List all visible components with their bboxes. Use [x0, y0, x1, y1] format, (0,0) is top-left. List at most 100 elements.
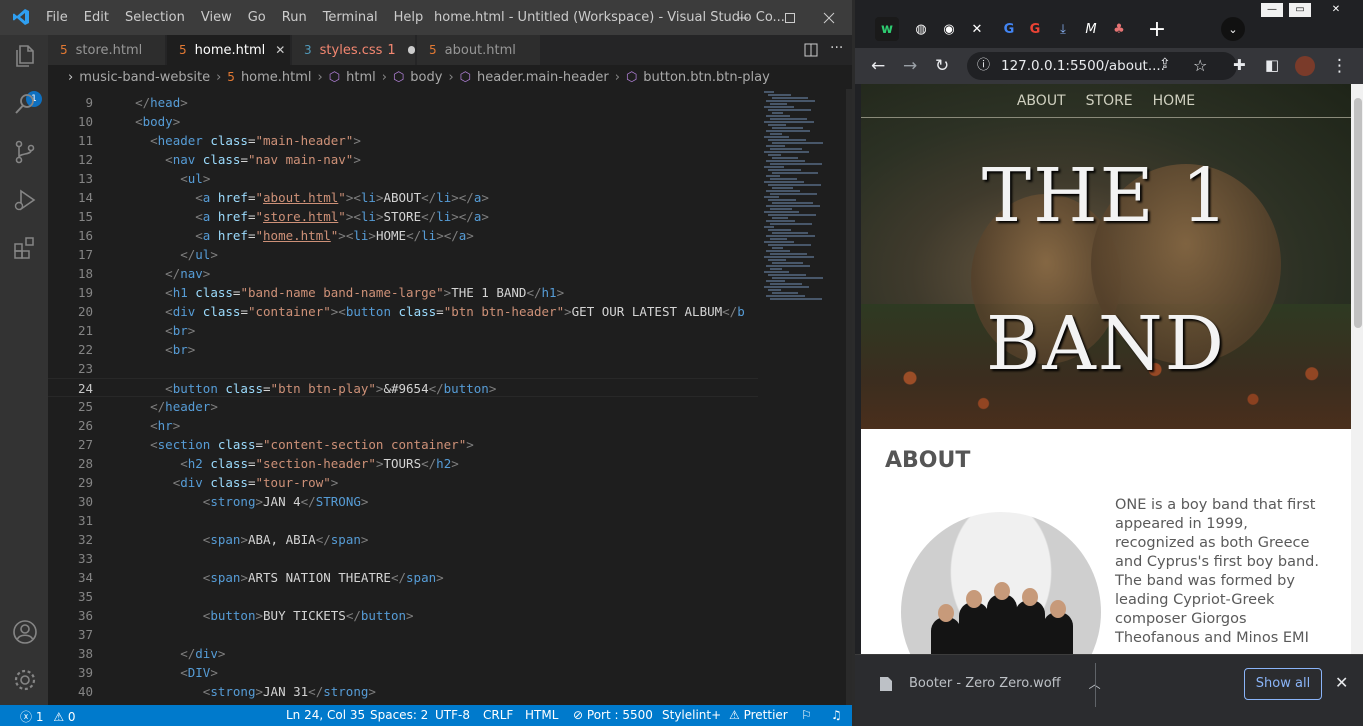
tab-search-button[interactable]: ⌄ [1221, 17, 1245, 41]
problems-status[interactable]: ⓧ 1 ⚠ 0 [20, 708, 76, 725]
code-line[interactable]: 36 <button>BUY TICKETS</button> [48, 606, 758, 625]
menu-help[interactable]: Help [386, 10, 432, 25]
language-mode[interactable]: HTML [525, 708, 558, 722]
breadcrumb-item[interactable]: music-band-website [79, 70, 210, 85]
more-menu-icon[interactable]: ⋮ [1331, 56, 1348, 76]
code-line[interactable]: 22 <br> [48, 340, 758, 359]
stylelint-status[interactable]: Stylelint+ [662, 708, 721, 722]
account-icon[interactable] [12, 619, 38, 645]
code-line[interactable]: 19 <h1 class="band-name band-name-large"… [48, 283, 758, 302]
code-line[interactable]: 23 [48, 359, 758, 378]
minimize-button[interactable]: — [1261, 3, 1283, 17]
code-line[interactable]: 27 <section class="content-section conta… [48, 435, 758, 454]
side-panel-icon[interactable]: ◧ [1265, 56, 1279, 74]
tab-favicon-medium-icon[interactable]: M [1079, 17, 1103, 41]
tab-styles-css[interactable]: 3 styles.css 1 [292, 35, 416, 65]
code-line[interactable]: 24 <button class="btn btn-play">&#9654</… [48, 378, 758, 397]
code-line[interactable]: 33 [48, 549, 758, 568]
maximize-button[interactable]: ▭ [1289, 3, 1311, 17]
search-icon[interactable] [12, 91, 38, 117]
prettier-status[interactable]: ⚠ Prettier [729, 708, 788, 722]
code-line[interactable]: 37 [48, 625, 758, 644]
close-tab-icon[interactable]: ✕ [965, 17, 989, 41]
page-scrollbar[interactable] [1351, 84, 1363, 654]
forward-arrow-icon[interactable]: → [903, 56, 917, 76]
show-all-button[interactable]: Show all [1244, 668, 1322, 700]
code-line[interactable]: 12 <nav class="nav main-nav"> [48, 150, 758, 169]
scrollbar-thumb[interactable] [1354, 98, 1362, 328]
tab-store-html[interactable]: 5 store.html [48, 35, 166, 65]
run-debug-icon[interactable] [12, 187, 38, 213]
tab-home-html[interactable]: 5 home.html ✕ [167, 35, 291, 65]
tab-favicon-w-icon[interactable]: w [875, 17, 899, 41]
close-window-button[interactable]: ✕ [1325, 3, 1347, 17]
code-line[interactable]: 34 <span>ARTS NATION THEATRE</span> [48, 568, 758, 587]
close-tab-icon[interactable]: ✕ [275, 43, 285, 57]
download-item[interactable]: Booter - Zero Zero.woff ︿ [879, 675, 1101, 692]
line-ending[interactable]: CRLF [483, 708, 513, 722]
tab-favicon-app-icon[interactable]: ♣ [1107, 17, 1131, 41]
code-line[interactable]: 39 <DIV> [48, 663, 758, 682]
tab-favicon-google-icon[interactable]: G [1023, 17, 1047, 41]
extensions-puzzle-icon[interactable]: ✚ [1233, 56, 1246, 74]
tab-favicon-chrome-icon[interactable]: ◉ [937, 17, 961, 41]
menu-selection[interactable]: Selection [117, 10, 193, 25]
share-icon[interactable]: ⇪ [1159, 56, 1171, 72]
more-actions-icon[interactable]: ··· [830, 40, 843, 56]
minimap[interactable] [758, 89, 848, 705]
nav-store-link[interactable]: STORE [1076, 84, 1143, 117]
extensions-icon[interactable] [12, 235, 38, 261]
live-server-port[interactable]: ⊘ Port : 5500 [573, 708, 653, 722]
code-line[interactable]: 10 <body> [48, 112, 758, 131]
code-editor[interactable]: 9 </head> 10 <body> 11 <header class="main… [48, 89, 758, 705]
menu-edit[interactable]: Edit [76, 10, 117, 25]
code-line[interactable]: 35 [48, 587, 758, 606]
code-line[interactable]: 17 </ul> [48, 245, 758, 264]
breadcrumb-item[interactable]: button.btn.btn-play [643, 70, 770, 85]
menu-go[interactable]: Go [240, 10, 274, 25]
tab-favicon-google-icon[interactable]: G [997, 17, 1021, 41]
code-line[interactable]: 30 <strong>JAN 4</STRONG> [48, 492, 758, 511]
code-line[interactable]: 15 <a href="store.html"><li>STORE</li></… [48, 207, 758, 226]
notifications-bell-icon[interactable]: ♫ [831, 708, 842, 722]
code-line[interactable]: 14 <a href="about.html"><li>ABOUT</li></… [48, 188, 758, 207]
reload-icon[interactable]: ↻ [935, 56, 949, 76]
breadcrumb-item[interactable]: home.html [241, 70, 312, 85]
tab-favicon-download-icon[interactable]: ⤓ [1051, 17, 1075, 41]
code-line[interactable]: 9 </head> [48, 93, 758, 112]
cursor-position[interactable]: Ln 24, Col 35 [286, 708, 365, 722]
tab-favicon-globe-icon[interactable]: ◍ [909, 17, 933, 41]
profile-avatar[interactable] [1295, 56, 1315, 76]
explorer-icon[interactable] [12, 43, 38, 69]
code-line[interactable]: 25 </header> [48, 397, 758, 416]
menu-terminal[interactable]: Terminal [315, 10, 386, 25]
close-window-button[interactable] [806, 0, 852, 35]
code-line[interactable]: 21 <br> [48, 321, 758, 340]
code-line[interactable]: 40 <strong>JAN 31</strong> [48, 682, 758, 701]
code-line[interactable]: 18 </nav> [48, 264, 758, 283]
nav-home-link[interactable]: HOME [1143, 84, 1205, 117]
nav-about-link[interactable]: ABOUT [1007, 84, 1076, 117]
menu-file[interactable]: File [38, 10, 76, 25]
menu-run[interactable]: Run [274, 10, 315, 25]
code-line[interactable]: 20 <div class="container"><button class=… [48, 302, 758, 321]
bookmark-star-icon[interactable]: ☆ [1193, 56, 1207, 75]
info-icon[interactable]: ⓘ [977, 52, 990, 80]
code-line[interactable]: 31 [48, 511, 758, 530]
code-line[interactable]: 28 <h2 class="section-header">TOURS</h2> [48, 454, 758, 473]
new-tab-button[interactable]: + [1145, 17, 1169, 42]
feedback-icon[interactable]: ⚐ [801, 708, 812, 722]
indentation[interactable]: Spaces: 2 [370, 708, 428, 722]
code-line[interactable]: 29 <div class="tour-row"> [48, 473, 758, 492]
close-download-bar-icon[interactable]: ✕ [1335, 673, 1348, 692]
minimize-button[interactable] [720, 0, 766, 35]
menu-view[interactable]: View [193, 10, 240, 25]
source-control-icon[interactable] [12, 139, 38, 165]
back-arrow-icon[interactable]: ← [871, 56, 885, 76]
encoding[interactable]: UTF-8 [435, 708, 470, 722]
breadcrumb-item[interactable]: html [346, 70, 376, 85]
code-line[interactable]: 38 </div> [48, 644, 758, 663]
code-line[interactable]: 13 <ul> [48, 169, 758, 188]
breadcrumb-item[interactable]: body [410, 70, 442, 85]
breadcrumb-item[interactable]: header.main-header [477, 70, 609, 85]
